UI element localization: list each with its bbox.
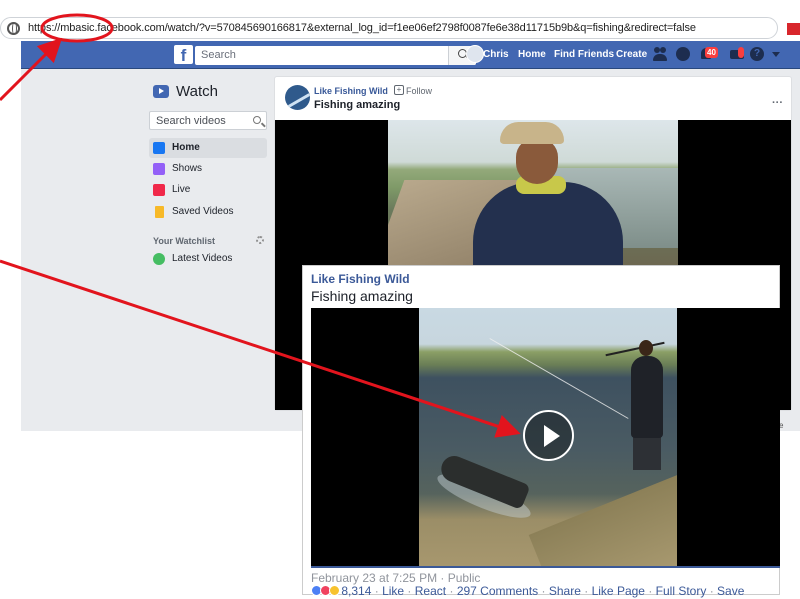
sidebar-item-label: Saved Videos bbox=[172, 206, 234, 217]
notifications-icon[interactable]: 40 bbox=[699, 47, 718, 61]
frame-person bbox=[473, 182, 623, 270]
frame-face bbox=[516, 138, 558, 184]
search-videos-input[interactable]: Search videos bbox=[149, 111, 267, 130]
post-page-name-link[interactable]: Like Fishing Wild bbox=[314, 86, 388, 96]
reactions-count[interactable]: 8,314 bbox=[341, 584, 371, 598]
separator-dot: · bbox=[541, 584, 546, 598]
separator-dot: · bbox=[584, 584, 589, 598]
sidebar-item-shows[interactable]: Shows bbox=[149, 159, 267, 179]
globe-icon bbox=[7, 22, 20, 35]
fishing-rod bbox=[605, 341, 665, 356]
help-icon[interactable]: ? bbox=[750, 47, 764, 61]
follow-button[interactable]: Follow bbox=[406, 86, 432, 96]
page-avatar[interactable] bbox=[285, 85, 310, 110]
live-icon bbox=[153, 184, 165, 196]
nav-find-friends-link[interactable]: Find Friends bbox=[554, 49, 614, 60]
sidebar-title: Watch bbox=[176, 83, 218, 100]
share-link[interactable]: Share bbox=[549, 584, 581, 598]
search-icon bbox=[253, 116, 261, 124]
more-options-icon[interactable]: ··· bbox=[772, 97, 783, 109]
address-bar[interactable]: https://mbasic.facebook.com/watch/?v=570… bbox=[0, 17, 778, 39]
react-link[interactable]: React bbox=[415, 584, 446, 598]
fisherman bbox=[631, 356, 663, 438]
search-field[interactable]: Search bbox=[195, 46, 476, 65]
account-menu-caret-icon[interactable] bbox=[772, 52, 780, 57]
facebook-logo-icon[interactable]: f bbox=[174, 45, 193, 65]
browser-edge-icon bbox=[787, 23, 800, 35]
facebook-top-nav: f Search Chris Home Find Friends Create … bbox=[21, 41, 800, 69]
comments-link[interactable]: 297 Comments bbox=[457, 584, 538, 598]
post-action-bar: 8,314 · Like · React · 297 Comments · Sh… bbox=[311, 584, 744, 598]
sidebar-item-label: Home bbox=[172, 142, 200, 153]
profile-name-link[interactable]: Chris bbox=[483, 49, 509, 60]
fisherman-head bbox=[639, 340, 653, 356]
play-circle-icon bbox=[153, 253, 165, 265]
sidebar-item-latest-videos[interactable]: Latest Videos bbox=[149, 249, 267, 269]
nav-home-link[interactable]: Home bbox=[518, 49, 546, 60]
url-text[interactable]: https://mbasic.facebook.com/watch/?v=570… bbox=[28, 22, 696, 34]
screenshot-root: https://mbasic.facebook.com/watch/?v=570… bbox=[0, 0, 800, 599]
search-placeholder: Search bbox=[201, 49, 236, 61]
inset-post-title: Fishing amazing bbox=[311, 288, 413, 304]
post-timestamp: February 23 at 7:25 PM · Public bbox=[311, 571, 481, 585]
inset-page-name-link[interactable]: Like Fishing Wild bbox=[311, 272, 410, 286]
sidebar-item-label: Latest Videos bbox=[172, 253, 233, 264]
profile-avatar[interactable] bbox=[466, 45, 484, 63]
wow-reaction-icon bbox=[329, 585, 340, 596]
gear-icon[interactable] bbox=[256, 236, 264, 244]
like-page-link[interactable]: Like Page bbox=[592, 584, 645, 598]
watch-icon[interactable] bbox=[730, 47, 744, 61]
follow-icon[interactable]: + bbox=[394, 85, 404, 95]
nav-create-link[interactable]: Create bbox=[616, 49, 647, 60]
mbasic-post-inset: Like Fishing Wild Fishing amazing Februa… bbox=[302, 265, 780, 598]
watchlist-heading: Your Watchlist bbox=[153, 236, 216, 246]
sidebar-item-live[interactable]: Live bbox=[149, 180, 267, 200]
sidebar-item-label: Live bbox=[172, 184, 191, 195]
fishing-line bbox=[489, 338, 629, 419]
sidebar-item-home[interactable]: Home bbox=[149, 138, 267, 158]
friend-requests-icon[interactable] bbox=[653, 47, 667, 61]
messenger-icon[interactable] bbox=[676, 47, 690, 61]
post-title: Fishing amazing bbox=[314, 99, 401, 111]
separator-dot: · bbox=[385, 86, 388, 96]
separator-dot: · bbox=[407, 584, 412, 598]
video-frame-thumbnail bbox=[388, 120, 678, 270]
save-link[interactable]: Save bbox=[717, 584, 744, 598]
separator-dot: · bbox=[449, 584, 454, 598]
river-bank bbox=[528, 467, 677, 566]
separator-dot: · bbox=[648, 584, 653, 598]
notifications-badge: 40 bbox=[705, 47, 718, 58]
like-link[interactable]: Like bbox=[382, 584, 404, 598]
divider bbox=[311, 566, 780, 568]
full-story-link[interactable]: Full Story bbox=[656, 584, 707, 598]
sidebar-item-label: Shows bbox=[172, 163, 203, 174]
search-videos-placeholder: Search videos bbox=[156, 115, 226, 127]
separator-dot: · bbox=[374, 584, 379, 598]
bookmark-icon bbox=[155, 206, 164, 218]
separator-dot: · bbox=[709, 584, 714, 598]
sidebar-item-saved-videos[interactable]: Saved Videos bbox=[149, 202, 267, 222]
watch-icon bbox=[153, 85, 169, 98]
shows-icon bbox=[153, 163, 165, 175]
watch-badge bbox=[738, 47, 744, 58]
frame-cap bbox=[500, 122, 564, 144]
inset-video-player[interactable] bbox=[311, 308, 780, 566]
play-icon[interactable] bbox=[523, 410, 574, 461]
home-video-icon bbox=[153, 142, 165, 154]
